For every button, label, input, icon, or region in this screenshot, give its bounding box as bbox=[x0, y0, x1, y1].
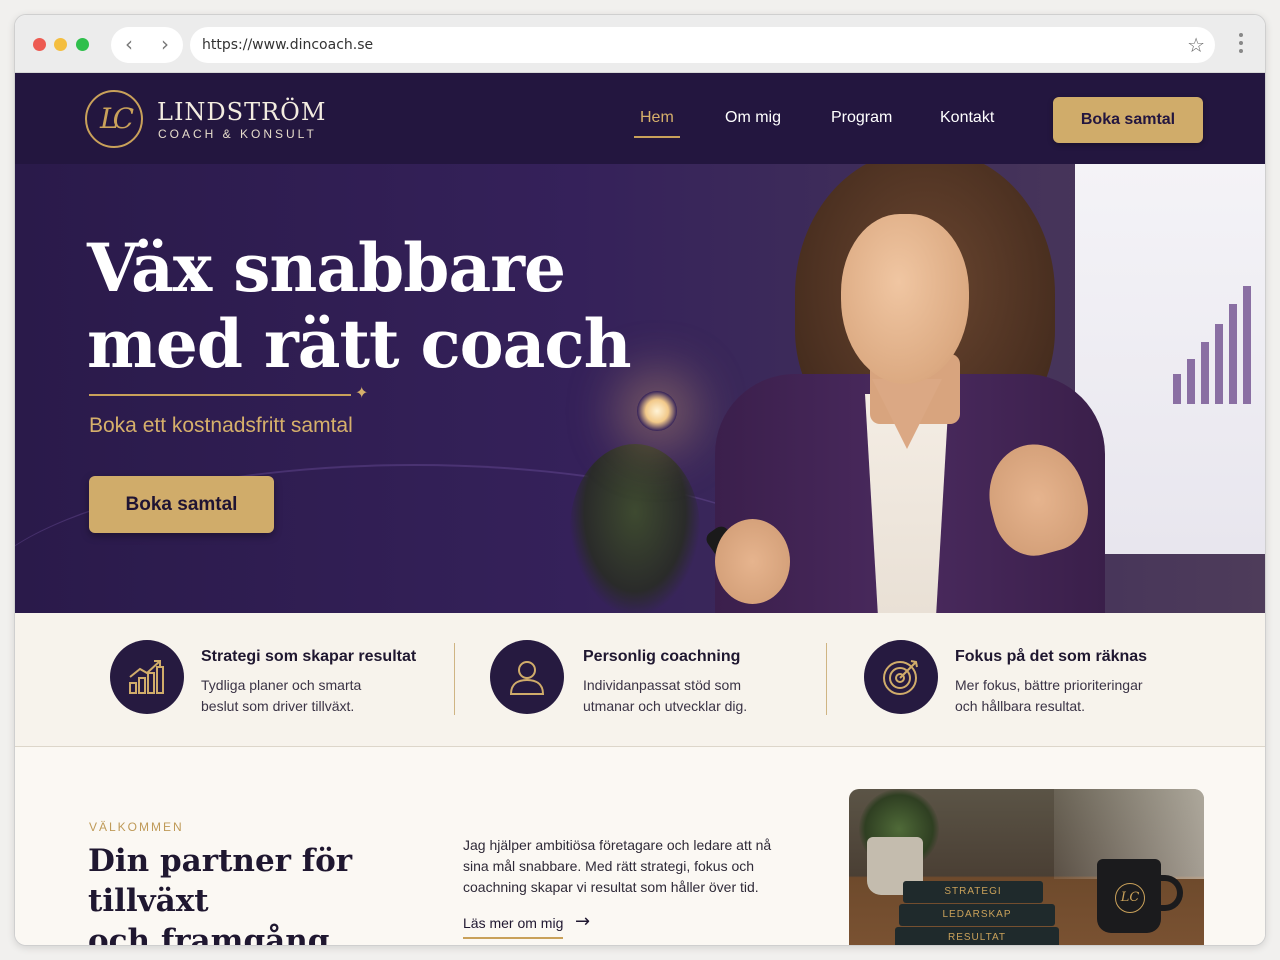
person-icon bbox=[490, 640, 564, 714]
feature-desc-line: Individanpassat stöd som bbox=[583, 677, 741, 693]
hero-subtitle: Boka ett kostnadsfritt samtal bbox=[89, 414, 353, 437]
desk-photo: STRATEGI LEDARSKAP RESULTAT LC bbox=[849, 789, 1204, 945]
feature-desc-focus: Mer fokus, bättre prioriteringar och hål… bbox=[955, 675, 1195, 717]
logo-monogram: LC bbox=[99, 102, 134, 135]
header-book-call-button[interactable]: Boka samtal bbox=[1053, 97, 1203, 143]
feature-title-strategy: Strategi som skapar resultat bbox=[201, 648, 417, 665]
hero-title-line2: med rätt coach bbox=[87, 305, 632, 383]
feature-desc-line: utmanar och utvecklar dig. bbox=[583, 698, 748, 714]
close-window-button[interactable] bbox=[33, 38, 46, 51]
feature-title-coaching: Personlig coachning bbox=[583, 648, 741, 665]
feature-desc-line: Mer fokus, bättre prioriteringar bbox=[955, 677, 1143, 693]
mug-logo: LC bbox=[1115, 883, 1145, 913]
background-plant bbox=[570, 444, 700, 613]
welcome-title-line: och framgång bbox=[88, 923, 330, 946]
feature-divider bbox=[454, 643, 455, 715]
chevron-left-icon[interactable]: ‹ bbox=[111, 27, 147, 63]
site-header: LC LINDSTRÖM COACH & KONSULT Hem Om mig … bbox=[15, 73, 1265, 164]
hero-book-call-button[interactable]: Boka samtal bbox=[89, 476, 274, 533]
arrow-right-icon[interactable]: → bbox=[575, 911, 590, 932]
feature-desc-line: och hållbara resultat. bbox=[955, 698, 1085, 714]
minimize-window-button[interactable] bbox=[54, 38, 67, 51]
feature-desc-line: Tydliga planer och smarta bbox=[201, 677, 362, 693]
logo-icon[interactable]: LC bbox=[85, 90, 143, 148]
target-icon bbox=[864, 640, 938, 714]
feature-desc-line: beslut som driver tillväxt. bbox=[201, 698, 355, 714]
nav-item-hem[interactable]: Hem bbox=[640, 109, 674, 127]
feature-title-focus: Fokus på det som räknas bbox=[955, 648, 1148, 665]
feature-divider bbox=[826, 643, 827, 715]
read-more-link[interactable]: Läs mer om mig bbox=[463, 915, 564, 939]
welcome-text: Jag hjälper ambitiösa företagare och led… bbox=[463, 835, 803, 898]
nav-active-indicator bbox=[634, 136, 680, 138]
welcome-title: Din partner för tillväxt och framgång bbox=[88, 841, 448, 946]
browser-toolbar: ‹ › https://www.dincoach.se ☆ bbox=[15, 15, 1265, 73]
feature-desc-strategy: Tydliga planer och smarta beslut som dri… bbox=[201, 675, 421, 717]
kebab-menu-icon[interactable] bbox=[1231, 33, 1251, 57]
growth-chart-icon bbox=[110, 640, 184, 714]
maximize-window-button[interactable] bbox=[76, 38, 89, 51]
welcome-section: VÄLKOMMEN Din partner för tillväxt och f… bbox=[15, 747, 1265, 946]
features-strip: Strategi som skapar resultat Tydliga pla… bbox=[15, 613, 1265, 747]
url-text[interactable]: https://www.dincoach.se bbox=[202, 37, 373, 53]
brand-tagline: COACH & KONSULT bbox=[158, 127, 317, 141]
welcome-eyebrow: VÄLKOMMEN bbox=[89, 820, 184, 834]
sparkle-icon: ✦ bbox=[355, 383, 369, 402]
welcome-text-line: coachning skapar vi resultat som håller … bbox=[463, 879, 759, 895]
book-strategi: STRATEGI bbox=[903, 881, 1043, 903]
welcome-title-line: Din partner för tillväxt bbox=[88, 843, 353, 919]
book-ledarskap: LEDARSKAP bbox=[899, 904, 1055, 926]
nav-item-kontakt[interactable]: Kontakt bbox=[940, 109, 994, 127]
hero-title: Väx snabbare med rätt coach bbox=[87, 230, 647, 382]
browser-window: ‹ › https://www.dincoach.se ☆ LC LINDSTR… bbox=[14, 14, 1266, 946]
hero-title-line1: Väx snabbare bbox=[87, 229, 566, 307]
nav-item-program[interactable]: Program bbox=[831, 109, 892, 127]
feature-desc-coaching: Individanpassat stöd som utmanar och utv… bbox=[583, 675, 803, 717]
history-nav: ‹ › bbox=[111, 27, 183, 63]
background-lamp bbox=[637, 391, 677, 431]
hero-divider bbox=[89, 394, 351, 396]
nav-item-om-mig[interactable]: Om mig bbox=[725, 109, 781, 127]
welcome-text-line: sina mål snabbare. Med rätt strategi, fo… bbox=[463, 858, 755, 874]
brand-name[interactable]: LINDSTRÖM bbox=[157, 98, 326, 126]
chevron-right-icon[interactable]: › bbox=[147, 27, 183, 63]
hero-section: Väx snabbare med rätt coach ✦ Boka ett k… bbox=[15, 164, 1265, 613]
star-icon[interactable]: ☆ bbox=[1187, 33, 1205, 57]
book-resultat: RESULTAT bbox=[895, 927, 1059, 945]
welcome-text-line: Jag hjälper ambitiösa företagare och led… bbox=[463, 837, 772, 853]
address-bar[interactable]: https://www.dincoach.se ☆ bbox=[190, 27, 1215, 63]
